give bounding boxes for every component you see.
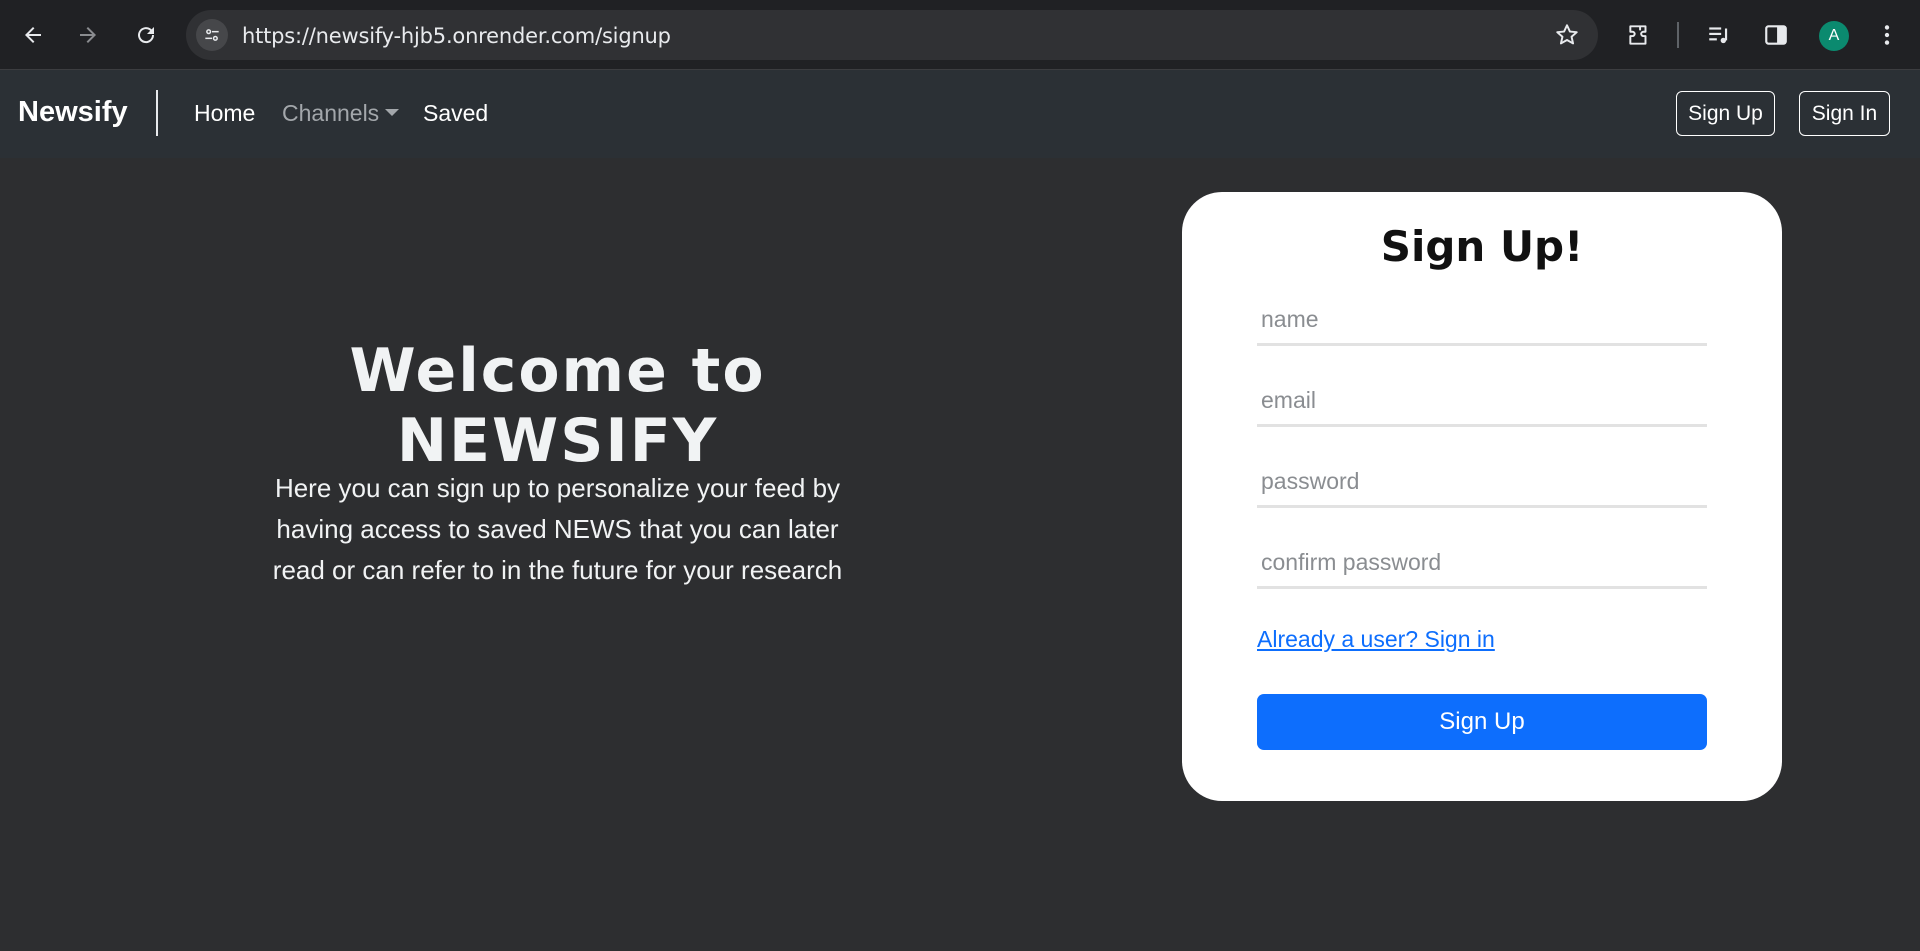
- forward-icon[interactable]: [70, 17, 106, 53]
- signup-submit-button[interactable]: Sign Up: [1257, 694, 1707, 750]
- hero-title: Welcome to NEWSIFY: [349, 336, 766, 476]
- hero-line-2: having access to saved NEWS that you can…: [276, 514, 839, 544]
- signup-title: Sign Up!: [1380, 222, 1584, 271]
- brand-divider: [156, 90, 158, 136]
- url-text[interactable]: https://newsify-hjb5.onrender.com/signup: [242, 24, 671, 48]
- password-field[interactable]: [1257, 458, 1707, 508]
- nav-channels-dropdown[interactable]: Channels: [282, 100, 400, 127]
- brand-logo[interactable]: Newsify: [18, 96, 128, 129]
- email-field[interactable]: [1257, 377, 1707, 427]
- nav-home-link[interactable]: Home: [194, 100, 255, 127]
- toolbar-divider: [1677, 22, 1679, 48]
- side-panel-icon[interactable]: [1761, 20, 1791, 50]
- nav-sign-in-button[interactable]: Sign In: [1799, 91, 1890, 136]
- name-field[interactable]: [1257, 296, 1707, 346]
- back-icon[interactable]: [15, 17, 51, 53]
- browser-toolbar: https://newsify-hjb5.onrender.com/signup…: [0, 0, 1920, 70]
- star-icon[interactable]: [1554, 22, 1580, 48]
- address-bar[interactable]: https://newsify-hjb5.onrender.com/signup: [186, 10, 1598, 60]
- menu-icon[interactable]: [1872, 20, 1902, 50]
- already-user-signin-link[interactable]: Already a user? Sign in: [1257, 626, 1495, 653]
- confirm-password-field[interactable]: [1257, 539, 1707, 589]
- nav-saved-link[interactable]: Saved: [423, 100, 488, 127]
- hero-line-1: Here you can sign up to personalize your…: [274, 473, 841, 503]
- nav-channels-label: Channels: [282, 100, 380, 126]
- site-navbar: Newsify Home Channels Saved Sign Up Sign…: [0, 70, 1920, 158]
- chevron-down-icon: [385, 109, 400, 117]
- nav-sign-up-button[interactable]: Sign Up: [1676, 91, 1775, 136]
- media-control-icon[interactable]: [1704, 20, 1734, 50]
- signup-card: Sign Up! Already a user? Sign in Sign Up: [1182, 192, 1782, 801]
- profile-avatar[interactable]: A: [1819, 21, 1849, 51]
- reload-icon[interactable]: [128, 17, 164, 53]
- hero-description: Here you can sign up to personalize your…: [245, 468, 870, 591]
- hero-line-3: read or can refer to in the future for y…: [272, 555, 843, 585]
- site-info-icon[interactable]: [196, 19, 228, 51]
- extensions-icon[interactable]: [1624, 20, 1654, 50]
